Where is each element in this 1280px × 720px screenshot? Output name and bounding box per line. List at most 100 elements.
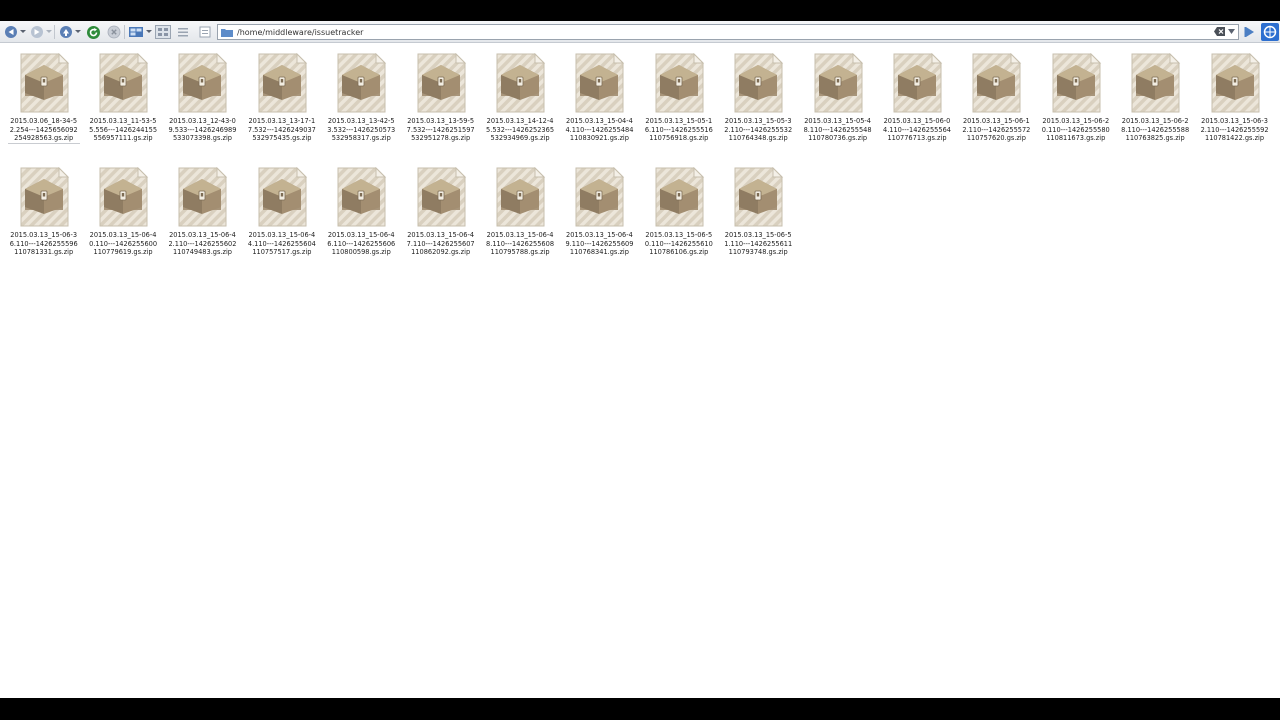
file-name: 2015.03.13_13-42-53.532---14262505735329… bbox=[327, 117, 396, 142]
zip-archive-icon bbox=[178, 167, 228, 227]
zip-archive-icon bbox=[575, 53, 625, 113]
zip-archive-icon bbox=[734, 167, 784, 227]
file-grid: 2015.03.06_18-34-52.254---14256560922549… bbox=[4, 50, 1276, 278]
zip-archive-icon bbox=[337, 53, 387, 113]
file-name: 2015.03.13_11-53-55.556---14262441555569… bbox=[89, 117, 158, 142]
file-name: 2015.03.13_15-06-49.110---14262556091107… bbox=[565, 231, 634, 256]
up-arrow-icon[interactable] bbox=[59, 24, 73, 40]
file-item[interactable]: 2015.03.13_15-06-40.110---14262556001107… bbox=[83, 164, 162, 278]
clear-address-icon[interactable] bbox=[1214, 27, 1225, 36]
file-name: 2015.03.13_15-06-28.110---14262555881107… bbox=[1121, 117, 1190, 142]
forward-history-dropdown[interactable] bbox=[46, 30, 52, 33]
zip-archive-icon bbox=[496, 167, 546, 227]
zip-archive-icon bbox=[20, 53, 69, 113]
file-name: 2015.03.13_15-05-48.110---14262555481107… bbox=[803, 117, 872, 142]
file-name: 2015.03.13_15-06-46.110---14262556061108… bbox=[327, 231, 396, 256]
file-name: 2015.03.13_15-06-20.110---14262555801108… bbox=[1041, 117, 1110, 142]
zip-archive-icon bbox=[258, 167, 308, 227]
zip-archive-icon bbox=[20, 167, 69, 227]
go-icon[interactable] bbox=[1244, 24, 1256, 40]
app-logo-icon bbox=[1261, 23, 1279, 41]
file-item[interactable]: 2015.03.13_11-53-55.556---14262441555569… bbox=[83, 50, 162, 164]
file-item[interactable]: 2015.03.13_13-59-57.532---14262515975329… bbox=[401, 50, 480, 164]
file-item[interactable]: 2015.03.13_15-06-20.110---14262555801108… bbox=[1036, 50, 1115, 164]
view-mode-icon[interactable] bbox=[128, 24, 144, 40]
file-name: 2015.03.13_14-12-45.532---14262523655329… bbox=[486, 117, 555, 142]
file-name: 2015.03.06_18-34-52.254---14256560922549… bbox=[7, 117, 80, 144]
file-item[interactable]: 2015.03.13_15-05-48.110---14262555481107… bbox=[798, 50, 877, 164]
file-item[interactable]: 2015.03.13_15-05-32.110---14262555321107… bbox=[719, 50, 798, 164]
bottom-letterbox bbox=[0, 698, 1280, 720]
file-name: 2015.03.13_15-06-36.110---14262555961107… bbox=[9, 231, 78, 256]
icon-view-icon[interactable] bbox=[155, 24, 171, 40]
zip-archive-icon bbox=[496, 53, 546, 113]
file-item[interactable]: 2015.03.06_18-34-52.254---14256560922549… bbox=[4, 50, 83, 164]
zip-archive-icon bbox=[178, 53, 228, 113]
file-item[interactable]: 2015.03.13_13-17-17.532---14262490375329… bbox=[242, 50, 321, 164]
folder-icon bbox=[221, 28, 233, 37]
file-name: 2015.03.13_15-06-04.110---14262555641107… bbox=[883, 117, 951, 142]
detail-view-icon[interactable] bbox=[198, 24, 212, 40]
file-name: 2015.03.13_15-06-12.110---14262555721107… bbox=[962, 117, 1031, 142]
zip-archive-icon bbox=[99, 167, 149, 227]
zip-archive-icon bbox=[893, 53, 943, 113]
address-controls bbox=[1214, 27, 1235, 36]
file-item[interactable]: 2015.03.13_15-05-16.110---14262555161107… bbox=[639, 50, 718, 164]
forward-arrow-icon[interactable] bbox=[30, 24, 44, 40]
file-item[interactable]: 2015.03.13_15-04-44.110---14262554841108… bbox=[560, 50, 639, 164]
zip-archive-icon bbox=[655, 167, 705, 227]
file-item[interactable]: 2015.03.13_15-06-48.110---14262556081107… bbox=[480, 164, 559, 278]
file-item[interactable]: 2015.03.13_15-06-51.110---14262556111107… bbox=[719, 164, 798, 278]
file-item[interactable]: 2015.03.13_15-06-28.110---14262555881107… bbox=[1115, 50, 1194, 164]
file-name: 2015.03.13_15-06-44.110---14262556041107… bbox=[247, 231, 316, 256]
file-item[interactable]: 2015.03.13_13-42-53.532---14262505735329… bbox=[322, 50, 401, 164]
file-item[interactable]: 2015.03.13_12-43-09.533---14262469895330… bbox=[163, 50, 242, 164]
zip-archive-icon bbox=[972, 53, 1022, 113]
toolbar-separator bbox=[54, 25, 55, 39]
zip-archive-icon bbox=[575, 167, 625, 227]
file-name: 2015.03.13_15-06-42.110---14262556021107… bbox=[168, 231, 237, 256]
file-manager-window: /home/middleware/issuetracker 2015.03.06… bbox=[0, 21, 1280, 698]
zip-archive-icon bbox=[337, 167, 387, 227]
zip-archive-icon bbox=[99, 53, 149, 113]
file-item[interactable]: 2015.03.13_15-06-42.110---14262556021107… bbox=[163, 164, 242, 278]
file-name: 2015.03.13_13-17-17.532---14262490375329… bbox=[247, 117, 316, 142]
zip-archive-icon bbox=[1131, 53, 1181, 113]
file-name: 2015.03.13_15-06-48.110---14262556081107… bbox=[486, 231, 555, 256]
file-name: 2015.03.13_15-06-50.110---14262556101107… bbox=[644, 231, 713, 256]
file-name: 2015.03.13_15-05-32.110---14262555321107… bbox=[724, 117, 793, 142]
up-dropdown[interactable] bbox=[75, 30, 81, 33]
toolbar: /home/middleware/issuetracker bbox=[0, 21, 1280, 43]
file-item[interactable]: 2015.03.13_15-06-12.110---14262555721107… bbox=[957, 50, 1036, 164]
file-item[interactable]: 2015.03.13_14-12-45.532---14262523655329… bbox=[480, 50, 559, 164]
file-item[interactable]: 2015.03.13_15-06-47.110---14262556071108… bbox=[401, 164, 480, 278]
top-letterbox bbox=[0, 0, 1280, 21]
file-item[interactable]: 2015.03.13_15-06-44.110---14262556041107… bbox=[242, 164, 321, 278]
address-history-dropdown-icon[interactable] bbox=[1228, 29, 1235, 34]
file-item[interactable]: 2015.03.13_15-06-49.110---14262556091107… bbox=[560, 164, 639, 278]
file-item[interactable]: 2015.03.13_15-06-50.110---14262556101107… bbox=[639, 164, 718, 278]
zip-archive-icon bbox=[417, 167, 466, 227]
zip-archive-icon bbox=[814, 53, 863, 113]
list-view-icon[interactable] bbox=[176, 24, 190, 40]
file-name: 2015.03.13_12-43-09.533---14262469895330… bbox=[168, 117, 237, 142]
file-name: 2015.03.13_15-04-44.110---14262554841108… bbox=[565, 117, 634, 142]
zip-archive-icon bbox=[1052, 53, 1101, 113]
address-path[interactable]: /home/middleware/issuetracker bbox=[237, 28, 363, 37]
stop-icon[interactable] bbox=[107, 24, 121, 40]
address-bar[interactable]: /home/middleware/issuetracker bbox=[217, 24, 1239, 40]
back-history-dropdown[interactable] bbox=[20, 30, 26, 33]
file-name: 2015.03.13_13-59-57.532---14262515975329… bbox=[406, 117, 475, 142]
file-item[interactable]: 2015.03.13_15-06-04.110---14262555641107… bbox=[877, 50, 956, 164]
file-name: 2015.03.13_15-06-51.110---14262556111107… bbox=[724, 231, 793, 256]
reload-icon[interactable] bbox=[86, 24, 101, 40]
file-name: 2015.03.13_15-06-32.110---14262555921107… bbox=[1200, 117, 1269, 142]
zip-archive-icon bbox=[417, 53, 466, 113]
view-mode-dropdown[interactable] bbox=[146, 30, 152, 33]
back-arrow-icon[interactable] bbox=[4, 24, 18, 40]
file-item[interactable]: 2015.03.13_15-06-36.110---14262555961107… bbox=[4, 164, 83, 278]
file-item[interactable]: 2015.03.13_15-06-46.110---14262556061108… bbox=[322, 164, 401, 278]
zip-archive-icon bbox=[655, 53, 705, 113]
zip-archive-icon bbox=[734, 53, 784, 113]
file-item[interactable]: 2015.03.13_15-06-32.110---14262555921107… bbox=[1195, 50, 1274, 164]
